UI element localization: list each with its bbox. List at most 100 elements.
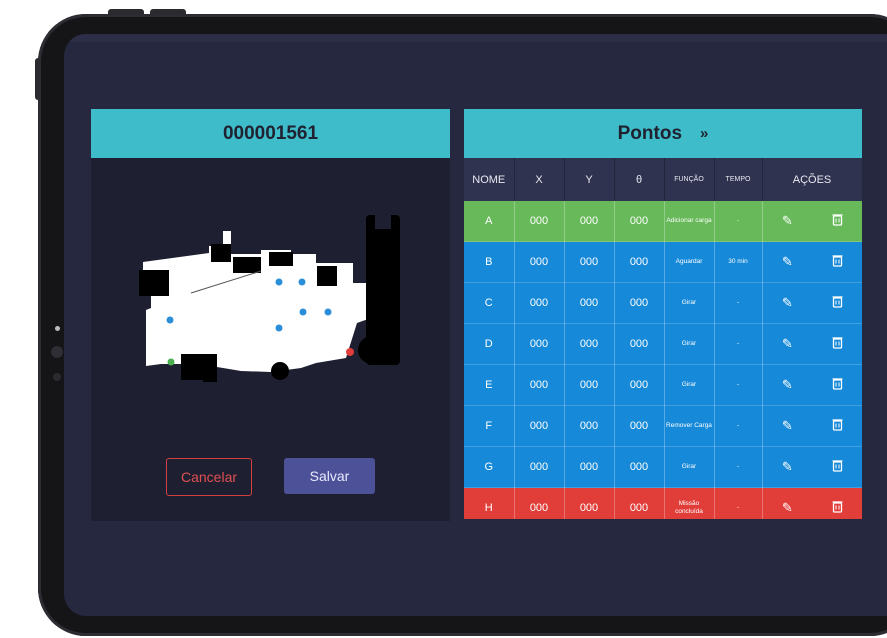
trash-icon[interactable] — [832, 336, 843, 352]
cell-nome: F — [464, 405, 515, 447]
cell-theta: 000 — [614, 241, 665, 283]
cell-tempo: - — [714, 446, 763, 488]
cell-theta: 000 — [614, 323, 665, 365]
cell-nome: H — [464, 487, 515, 519]
cell-tempo: - — [714, 282, 763, 324]
table-row[interactable]: C 000 000 000 Girar - ✎ — [464, 282, 862, 324]
cell-funcao: Girar — [664, 282, 715, 324]
table-row[interactable]: F 000 000 000 Remover Carga - ✎ — [464, 405, 862, 447]
cell-funcao: Girar — [664, 364, 715, 406]
trash-icon[interactable] — [832, 254, 843, 270]
trash-icon[interactable] — [832, 418, 843, 434]
map-marker-h — [346, 348, 354, 356]
col-x: X — [514, 158, 565, 201]
pencil-icon[interactable]: ✎ — [782, 295, 793, 311]
cell-nome: D — [464, 323, 515, 365]
col-nome: NOME — [464, 158, 515, 201]
floor-map[interactable] — [91, 158, 450, 418]
map-obstacle — [233, 257, 261, 273]
cell-nome: G — [464, 446, 515, 488]
double-chevron-right-icon[interactable]: » — [700, 125, 708, 142]
pencil-icon[interactable]: ✎ — [782, 254, 793, 270]
map-marker-g — [275, 324, 283, 332]
map-obstacle — [203, 368, 217, 382]
map-image — [139, 215, 400, 382]
trash-icon[interactable] — [832, 295, 843, 311]
cell-acoes: ✎ — [762, 405, 862, 447]
col-theta: θ — [614, 158, 665, 201]
trash-icon[interactable] — [832, 459, 843, 475]
cell-tempo: - — [714, 201, 763, 242]
points-title: Pontos — [617, 122, 683, 144]
cell-nome: A — [464, 201, 515, 242]
map-obstacle — [317, 266, 337, 286]
pencil-icon[interactable]: ✎ — [782, 377, 793, 393]
map-marker-d — [275, 278, 283, 286]
cell-acoes: ✎ — [762, 201, 862, 242]
cell-tempo: - — [714, 364, 763, 406]
cell-tempo: 30 min — [714, 241, 763, 283]
cell-x: 000 — [514, 241, 565, 283]
cell-nome: B — [464, 241, 515, 283]
cell-x: 000 — [514, 201, 565, 242]
cell-acoes: ✎ — [762, 364, 862, 406]
cell-theta: 000 — [614, 201, 665, 242]
cell-x: 000 — [514, 487, 565, 519]
map-marker-c — [299, 308, 307, 316]
cell-nome: C — [464, 282, 515, 324]
trash-icon[interactable] — [832, 377, 843, 393]
col-acoes: AÇÕES — [762, 158, 862, 201]
map-marker-f — [298, 278, 306, 286]
map-obstacle — [211, 244, 231, 262]
cell-y: 000 — [564, 446, 615, 488]
cell-theta: 000 — [614, 405, 665, 447]
camera-lens — [51, 346, 63, 358]
cell-funcao: Missão concluída — [664, 487, 715, 519]
map-obstacle — [139, 270, 169, 296]
cell-tempo: - — [714, 323, 763, 365]
cell-y: 000 — [564, 282, 615, 324]
pencil-icon[interactable]: ✎ — [782, 418, 793, 434]
pencil-icon[interactable]: ✎ — [782, 336, 793, 352]
table-header-row: NOME X Y θ FUNÇÃO TEMPO AÇÕES — [464, 158, 862, 201]
cell-y: 000 — [564, 323, 615, 365]
cell-nome: E — [464, 364, 515, 406]
cell-funcao: Girar — [664, 446, 715, 488]
cell-tempo: - — [714, 405, 763, 447]
cell-y: 000 — [564, 201, 615, 242]
cell-y: 000 — [564, 405, 615, 447]
camera-dot — [55, 326, 60, 331]
table-row[interactable]: B 000 000 000 Aguardar 30 min ✎ — [464, 241, 862, 283]
points-header: Pontos » — [464, 109, 862, 158]
cell-funcao: Girar — [664, 323, 715, 365]
cell-theta: 000 — [614, 282, 665, 324]
map-obstacle — [271, 362, 289, 380]
table-row[interactable]: G 000 000 000 Girar - ✎ — [464, 446, 862, 488]
map-panel: 000001561 Cancelar Salvar — [91, 109, 450, 521]
map-marker-e — [324, 308, 332, 316]
table-row[interactable]: H 000 000 000 Missão concluída - ✎ — [464, 487, 862, 519]
trash-icon[interactable] — [832, 213, 843, 229]
cancel-button[interactable]: Cancelar — [166, 458, 252, 496]
pencil-icon[interactable]: ✎ — [782, 213, 793, 229]
save-button[interactable]: Salvar — [284, 458, 375, 494]
cell-theta: 000 — [614, 487, 665, 519]
map-marker-b — [166, 316, 174, 324]
map-floor — [143, 231, 371, 372]
table-row[interactable]: D 000 000 000 Girar - ✎ — [464, 323, 862, 365]
trash-icon[interactable] — [832, 500, 843, 516]
cell-funcao: Aguardar — [664, 241, 715, 283]
cell-x: 000 — [514, 282, 565, 324]
pencil-icon[interactable]: ✎ — [782, 500, 793, 516]
pencil-icon[interactable]: ✎ — [782, 459, 793, 475]
cell-acoes: ✎ — [762, 323, 862, 365]
table-row[interactable]: A 000 000 000 Adicionar carga - ✎ — [464, 201, 862, 242]
table-row[interactable]: E 000 000 000 Girar - ✎ — [464, 364, 862, 406]
col-funcao: FUNÇÃO — [664, 158, 715, 201]
cell-acoes: ✎ — [762, 487, 862, 519]
col-tempo: TEMPO — [714, 158, 763, 201]
cell-funcao: Adicionar carga — [664, 201, 715, 242]
col-y: Y — [564, 158, 615, 201]
cell-x: 000 — [514, 323, 565, 365]
cell-theta: 000 — [614, 446, 665, 488]
